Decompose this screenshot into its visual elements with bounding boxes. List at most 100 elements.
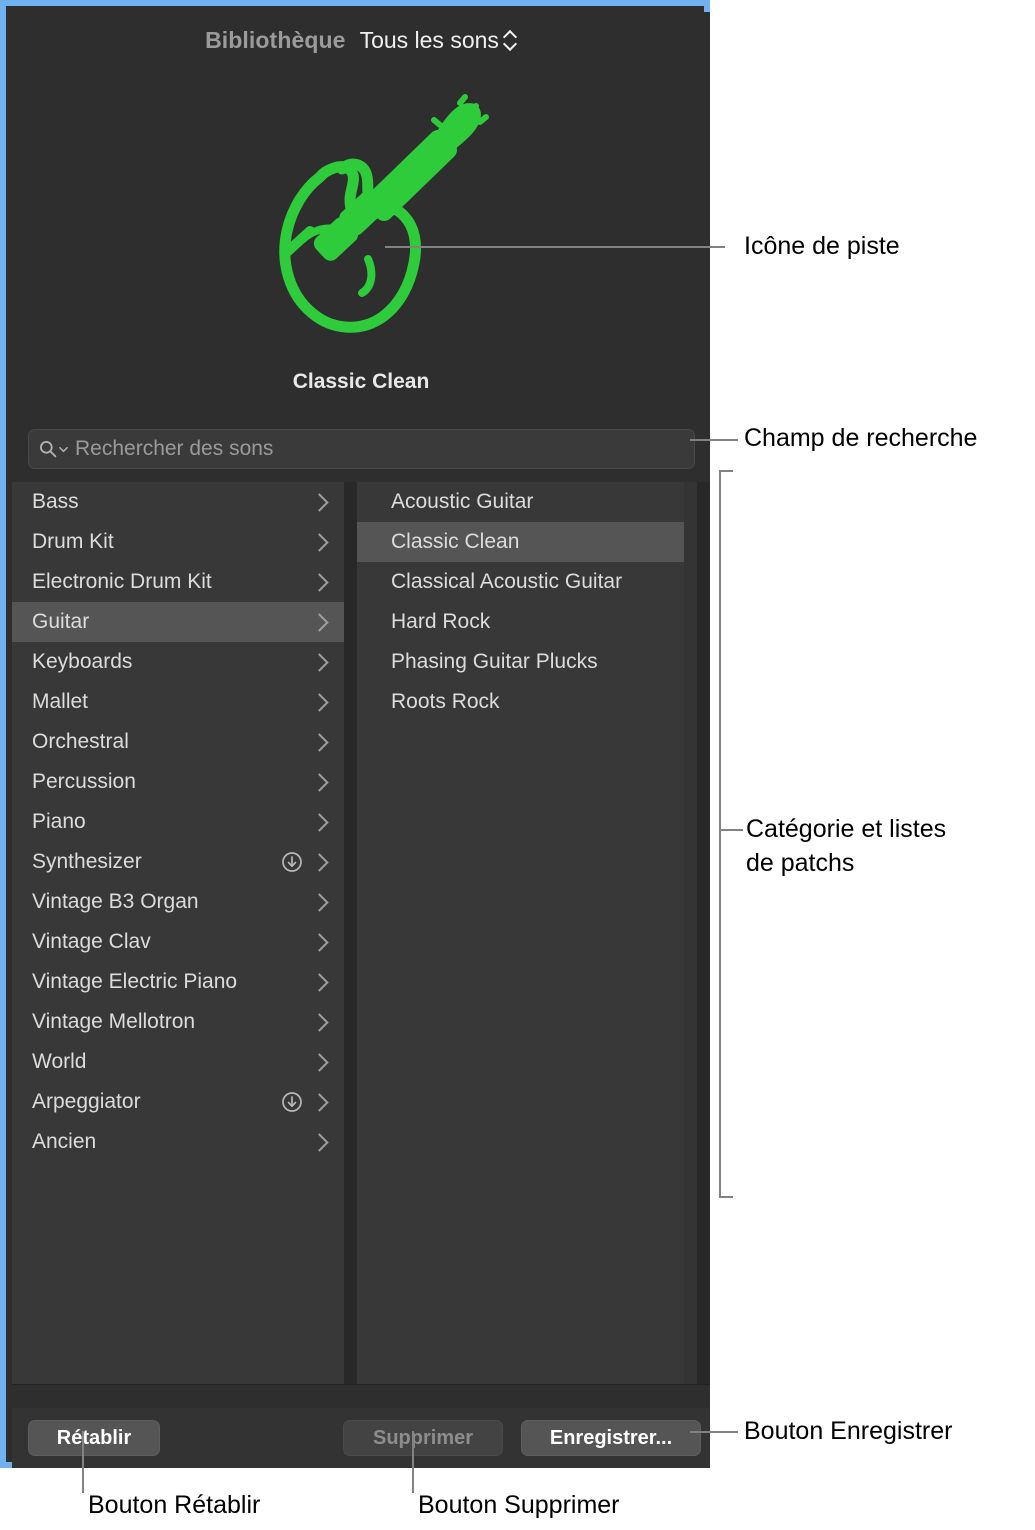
patch-row[interactable]: Classical Acoustic Guitar (357, 562, 697, 602)
category-label: Ancien (32, 1130, 97, 1153)
chevron-right-icon (310, 1012, 329, 1032)
category-label: Percussion (32, 770, 136, 793)
category-row[interactable]: Vintage Mellotron (12, 1002, 344, 1042)
category-label: Guitar (32, 610, 90, 633)
category-row-tail (310, 572, 334, 592)
download-icon[interactable] (281, 1091, 303, 1113)
chevron-right-icon (310, 652, 329, 672)
chevron-right-icon (310, 1132, 329, 1152)
patch-row[interactable]: Hard Rock (357, 602, 697, 642)
download-icon[interactable] (281, 851, 303, 873)
category-row-tail (310, 972, 334, 992)
patch-list-scrollbar[interactable] (684, 482, 697, 1384)
library-panel: Bibliothèque Tous les sons Classic Clean… (12, 12, 710, 1468)
category-row[interactable]: World (12, 1042, 344, 1082)
annotation-category-patch-lists-line1: Catégorie et listes (746, 815, 947, 843)
category-label: Synthesizer (32, 850, 142, 873)
search-input[interactable]: Rechercher des sons (75, 437, 273, 461)
search-icon (40, 441, 57, 458)
category-label: Bass (32, 490, 79, 513)
category-label: Electronic Drum Kit (32, 570, 212, 593)
category-row[interactable]: Synthesizer (12, 842, 344, 882)
chevron-up-down-icon (504, 29, 517, 51)
category-row[interactable]: Vintage Clav (12, 922, 344, 962)
category-row[interactable]: Keyboards (12, 642, 344, 682)
leader-reset-button (82, 1431, 84, 1493)
leader-search-field (690, 439, 738, 441)
patch-row[interactable]: Phasing Guitar Plucks (357, 642, 697, 682)
chevron-right-icon (310, 892, 329, 912)
browser-lists: Bass Drum Kit Electronic Drum Kit Guitar… (12, 482, 710, 1384)
chevron-right-icon (310, 532, 329, 552)
category-label: Vintage Clav (32, 930, 151, 953)
category-row-tail (310, 652, 334, 672)
reset-button[interactable]: Rétablir (28, 1420, 160, 1456)
patch-list[interactable]: Acoustic Guitar Classic Clean Classical … (357, 482, 697, 1384)
search-field[interactable]: Rechercher des sons (28, 429, 695, 469)
category-row[interactable]: Ancien (12, 1122, 344, 1162)
annotation-reset-button: Bouton Rétablir (88, 1491, 261, 1519)
category-row[interactable]: Vintage Electric Piano (12, 962, 344, 1002)
category-row-tail (310, 492, 334, 512)
category-row-tail (310, 812, 334, 832)
category-row-tail (310, 892, 334, 912)
category-row-tail (310, 732, 334, 752)
delete-button[interactable]: Supprimer (343, 1420, 503, 1456)
leader-track-icon (385, 246, 725, 248)
library-header: Bibliothèque Tous les sons (12, 12, 710, 68)
library-title: Bibliothèque (205, 26, 346, 53)
category-row[interactable]: Arpeggiator (12, 1082, 344, 1122)
category-list[interactable]: Bass Drum Kit Electronic Drum Kit Guitar… (12, 482, 344, 1384)
leader-delete-button (412, 1431, 414, 1493)
patch-row[interactable]: Roots Rock (357, 682, 697, 722)
category-row-tail (281, 1091, 334, 1113)
footer-separator (12, 1384, 710, 1410)
patch-row-classic-clean[interactable]: Classic Clean (357, 522, 697, 562)
category-label: Mallet (32, 690, 89, 713)
category-label: Vintage B3 Organ (32, 890, 199, 913)
category-label: World (32, 1050, 87, 1073)
category-row-tail (310, 692, 334, 712)
chevron-right-icon (310, 812, 329, 832)
category-row-tail (310, 932, 334, 952)
annotation-delete-button: Bouton Supprimer (418, 1491, 620, 1519)
category-row[interactable]: Percussion (12, 762, 344, 802)
save-button[interactable]: Enregistrer... (521, 1420, 701, 1456)
category-row[interactable]: Bass (12, 482, 344, 522)
category-row-tail (310, 532, 334, 552)
electric-guitar-icon (278, 93, 489, 333)
chevron-right-icon (310, 1052, 329, 1072)
category-label: Piano (32, 810, 86, 833)
category-row[interactable]: Electronic Drum Kit (12, 562, 344, 602)
annotation-track-icon: Icône de piste (744, 232, 900, 260)
category-label: Keyboards (32, 650, 133, 673)
category-label: Vintage Electric Piano (32, 970, 238, 993)
category-row[interactable]: Vintage B3 Organ (12, 882, 344, 922)
category-row[interactable]: Orchestral (12, 722, 344, 762)
library-window: Bibliothèque Tous les sons Classic Clean… (0, 0, 710, 1468)
category-row[interactable]: Piano (12, 802, 344, 842)
sound-scope-menu[interactable]: Tous les sons (360, 27, 517, 54)
category-row-tail (310, 612, 334, 632)
chevron-right-icon (310, 612, 329, 632)
leader-save-button (690, 1431, 738, 1433)
search-icon-group[interactable] (39, 440, 68, 458)
chevron-right-icon (310, 852, 329, 872)
category-row[interactable]: Mallet (12, 682, 344, 722)
category-row-tail (281, 851, 334, 873)
patch-row[interactable]: Acoustic Guitar (357, 482, 697, 522)
chevron-right-icon (310, 732, 329, 752)
category-row-guitar[interactable]: Guitar (12, 602, 344, 642)
category-label: Orchestral (32, 730, 129, 753)
footer-bar: Rétablir Supprimer Enregistrer... (12, 1408, 710, 1468)
current-patch-name: Classic Clean (292, 370, 430, 393)
category-label: Arpeggiator (32, 1090, 141, 1113)
chevron-right-icon (310, 972, 329, 992)
annotation-search-field: Champ de recherche (744, 424, 978, 452)
category-row[interactable]: Drum Kit (12, 522, 344, 562)
category-label: Drum Kit (32, 530, 114, 553)
chevron-right-icon (310, 692, 329, 712)
leader-category-patch-lists (719, 829, 743, 831)
chevron-right-icon (310, 492, 329, 512)
bracket-category-patch-lists (719, 470, 733, 1198)
